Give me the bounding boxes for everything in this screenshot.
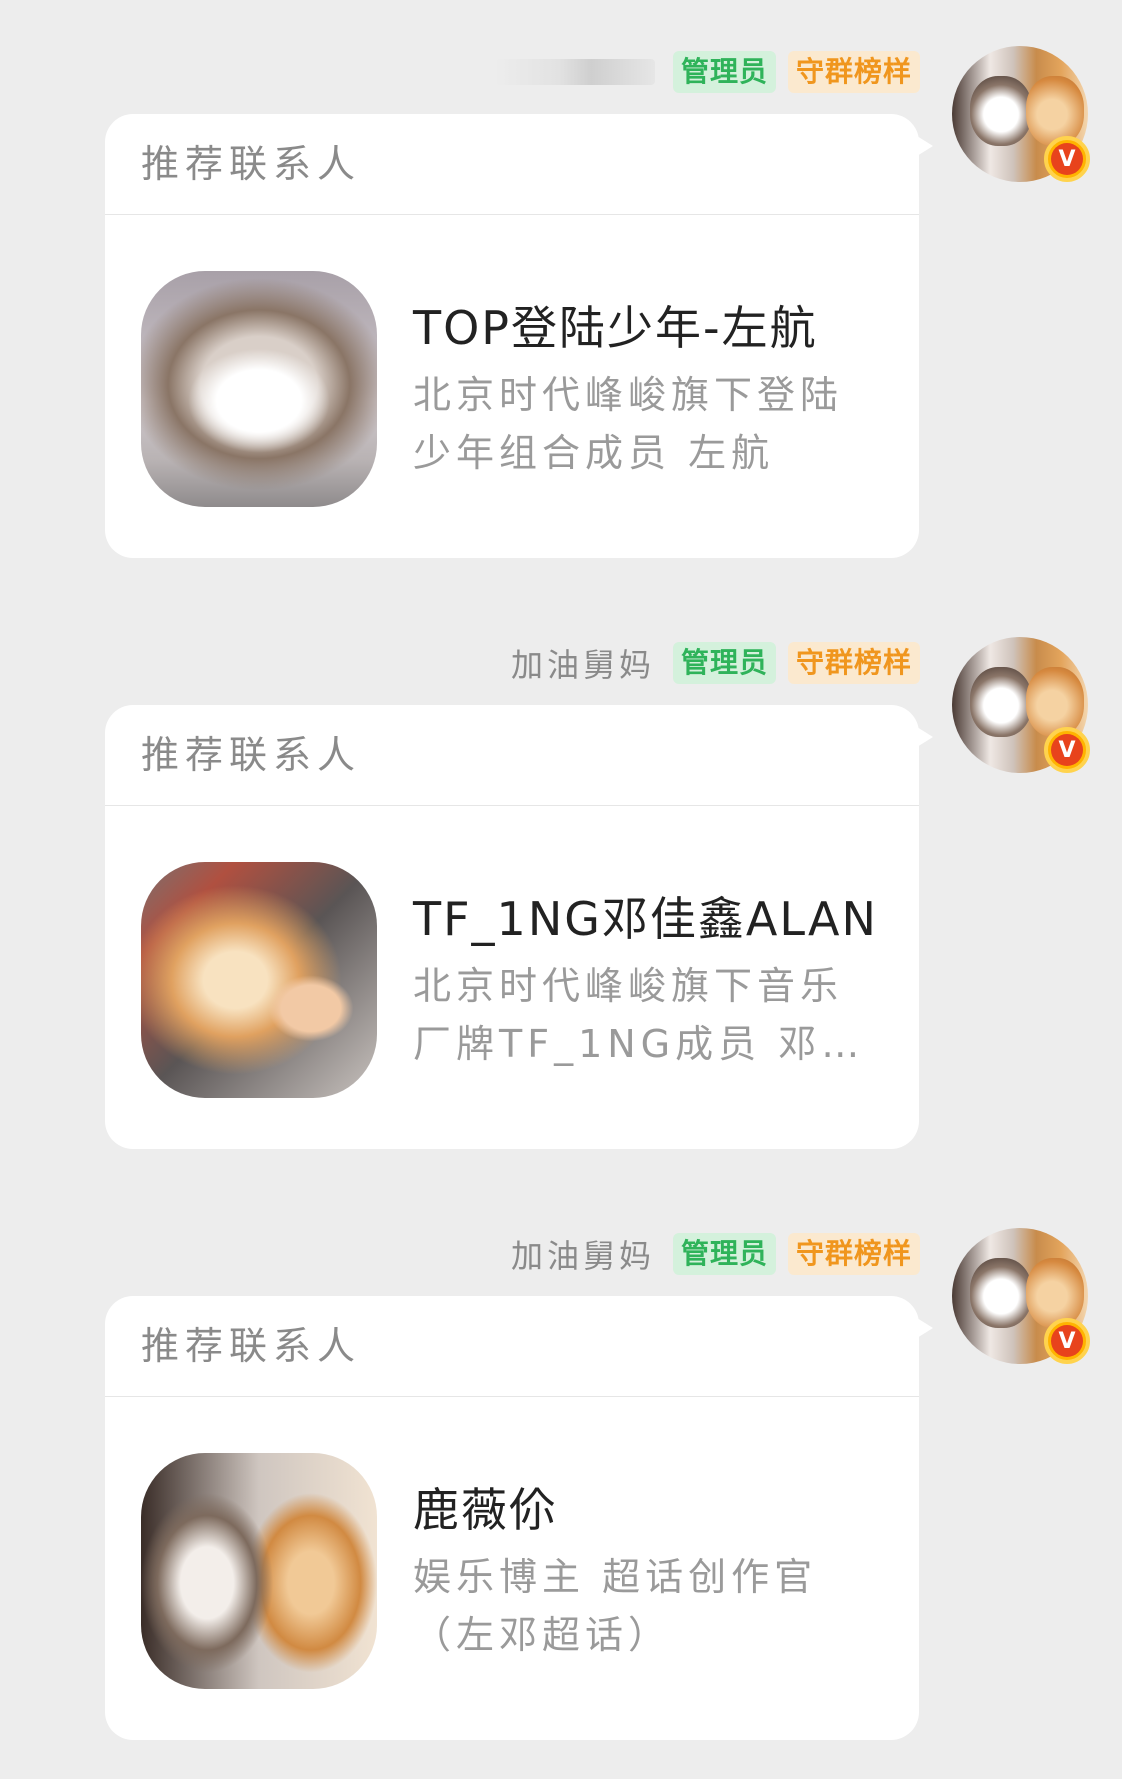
contact-avatar [141, 271, 377, 507]
model-member-badge: 守群榜样 [787, 642, 920, 684]
cat-face-icon [1026, 1258, 1084, 1328]
cat-face-icon [970, 1258, 1032, 1328]
verified-v-icon: V [1044, 727, 1090, 773]
contact-description: 娱乐博主 超话创作官（左邓超话） [413, 1555, 818, 1657]
cat-face-icon [1026, 76, 1084, 146]
cat-face-icon [1026, 667, 1084, 737]
card-title: 推荐联系人 [105, 114, 919, 215]
card-title: 推荐联系人 [105, 1296, 919, 1397]
sender-name[interactable]: 加油舅妈 [511, 640, 655, 686]
model-member-badge: 守群榜样 [787, 51, 920, 93]
admin-badge: 管理员 [672, 51, 776, 93]
admin-badge: 管理员 [672, 1233, 776, 1275]
contact-card[interactable]: 推荐联系人 鹿薇伱 娱乐博主 超话创作官（左邓超话） [105, 1296, 933, 1740]
contact-description: 北京时代峰峻旗下登陆少年组合成员 左航 [413, 373, 844, 475]
contact-card[interactable]: 推荐联系人 TOP登陆少年-左航 北京时代峰峻旗下登陆少年组合成员 左航 [105, 114, 933, 558]
contact-avatar [141, 1453, 377, 1689]
verified-v-icon: V [1044, 1318, 1090, 1364]
cat-face-icon [970, 667, 1032, 737]
contact-name: 鹿薇伱 [413, 1483, 557, 1537]
cat-face-icon [970, 76, 1032, 146]
sender-name[interactable] [494, 59, 655, 85]
verified-v-icon: V [1044, 136, 1090, 182]
contact-description: 北京时代峰峻旗下音乐厂牌TF_1NG成员 邓… [413, 964, 865, 1066]
sender-row: 加油舅妈 管理员 守群榜样 [511, 641, 920, 685]
model-member-badge: 守群榜样 [787, 1233, 920, 1275]
contact-avatar [141, 862, 377, 1098]
sender-name[interactable]: 加油舅妈 [511, 1231, 655, 1277]
admin-badge: 管理员 [672, 642, 776, 684]
contact-card[interactable]: 推荐联系人 TF_1NG邓佳鑫ALAN 北京时代峰峻旗下音乐厂牌TF_1NG成员… [105, 705, 933, 1149]
card-title: 推荐联系人 [105, 705, 919, 806]
contact-name: TOP登陆少年-左航 [413, 301, 818, 355]
sender-row: 加油舅妈 管理员 守群榜样 [511, 1232, 920, 1276]
sender-row: 管理员 守群榜样 [494, 50, 920, 94]
contact-name: TF_1NG邓佳鑫ALAN [413, 892, 878, 946]
